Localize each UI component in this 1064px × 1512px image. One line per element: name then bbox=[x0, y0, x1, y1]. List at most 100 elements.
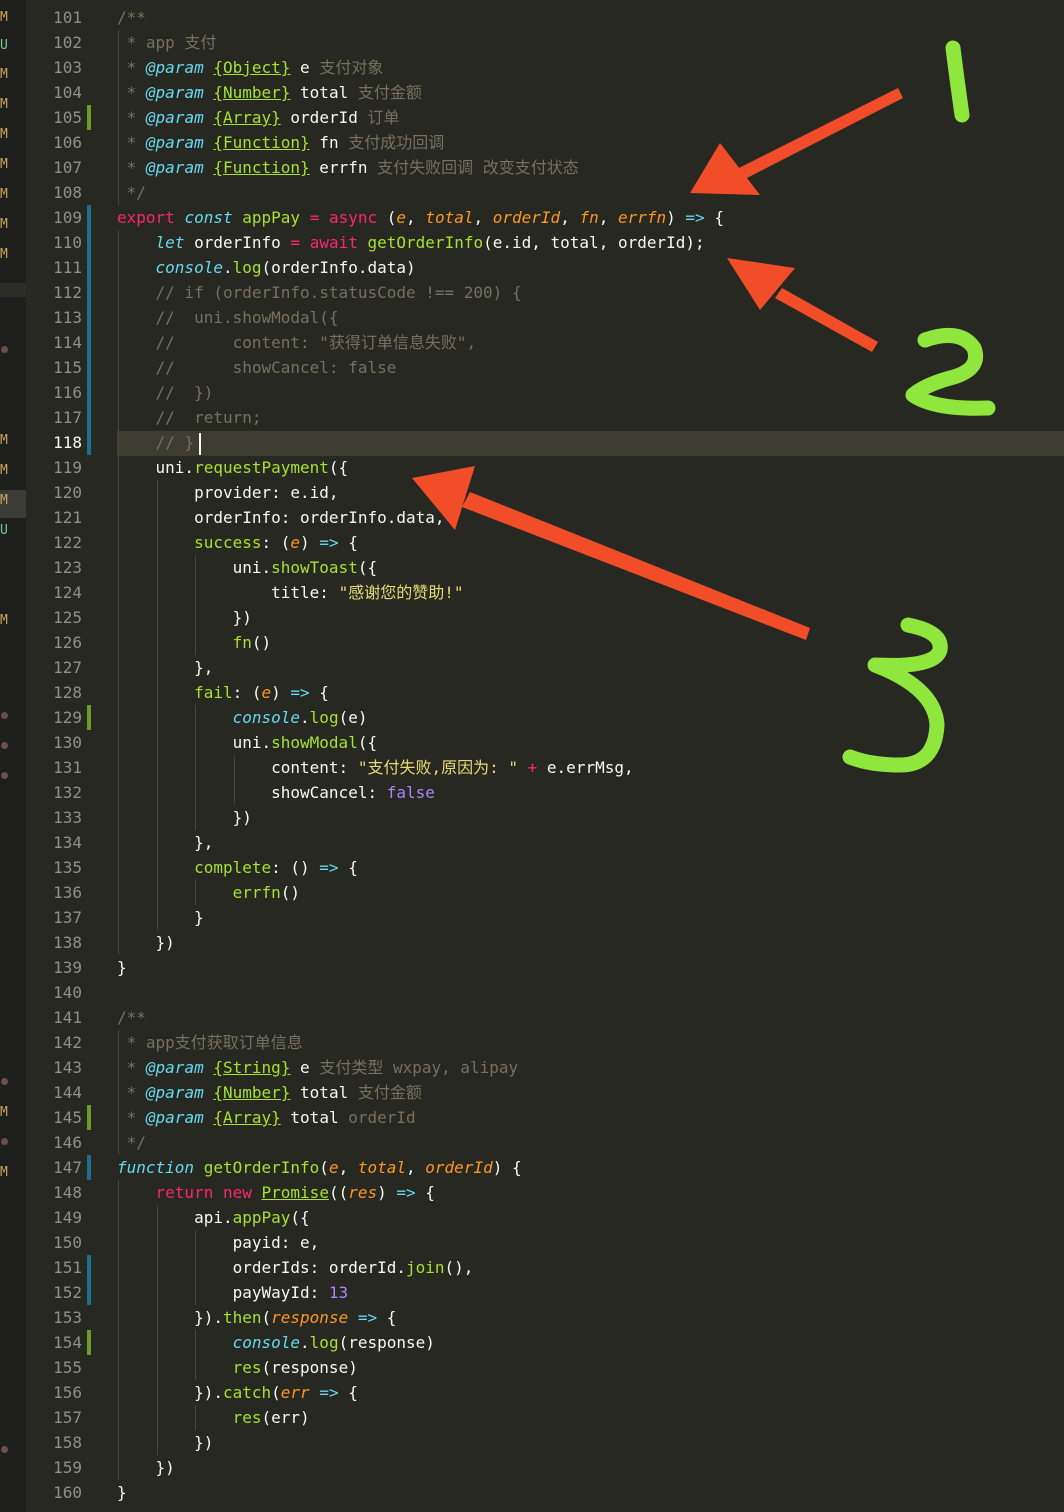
code-line[interactable]: content: "支付失败,原因为: " + e.errMsg, bbox=[117, 755, 1064, 780]
code-line[interactable]: }) bbox=[117, 930, 1064, 955]
code-line[interactable] bbox=[117, 980, 1064, 1005]
code-line[interactable]: // } bbox=[117, 430, 1064, 455]
indent-guide bbox=[195, 555, 197, 655]
code-line[interactable]: * @param {String} e 支付类型 wxpay, alipay bbox=[117, 1055, 1064, 1080]
code-token: uni. bbox=[117, 558, 272, 577]
code-token: ({ bbox=[357, 558, 378, 577]
code-token: , bbox=[406, 1158, 426, 1177]
code-line[interactable]: success: (e) => { bbox=[117, 530, 1064, 555]
code-line[interactable]: /** bbox=[117, 1005, 1064, 1030]
code-line[interactable]: }, bbox=[117, 655, 1064, 680]
code-token: provider: e.id, bbox=[117, 483, 339, 502]
code-line[interactable]: * @param {Function} fn 支付成功回调 bbox=[117, 130, 1064, 155]
code-line[interactable]: * app支付获取订单信息 bbox=[117, 1030, 1064, 1055]
code-line[interactable]: uni.requestPayment({ bbox=[117, 455, 1064, 480]
code-line[interactable]: console.log(response) bbox=[117, 1330, 1064, 1355]
code-line[interactable]: } bbox=[117, 905, 1064, 930]
code-line[interactable]: showCancel: false bbox=[117, 780, 1064, 805]
code-line[interactable]: }, bbox=[117, 830, 1064, 855]
code-line[interactable]: /** bbox=[117, 5, 1064, 30]
code-line[interactable]: */ bbox=[117, 180, 1064, 205]
code-line[interactable]: */ bbox=[117, 1130, 1064, 1155]
code-line[interactable]: orderIds: orderId.join(), bbox=[117, 1255, 1064, 1280]
code-line[interactable]: res(response) bbox=[117, 1355, 1064, 1380]
code-line[interactable]: payWayId: 13 bbox=[117, 1280, 1064, 1305]
code-token: appPay bbox=[242, 208, 301, 227]
code-line[interactable]: res(err) bbox=[117, 1405, 1064, 1430]
code-token: }, bbox=[117, 833, 214, 852]
code-token: */ bbox=[117, 1133, 146, 1152]
code-line[interactable]: title: "感谢您的赞助!" bbox=[117, 580, 1064, 605]
code-token: ( bbox=[261, 1308, 272, 1327]
code-line[interactable]: let orderInfo = await getOrderInfo(e.id,… bbox=[117, 230, 1064, 255]
code-line[interactable]: console.log(orderInfo.data) bbox=[117, 255, 1064, 280]
code-line[interactable]: }).then(response => { bbox=[117, 1305, 1064, 1330]
code-line[interactable]: export const appPay = async (e, total, o… bbox=[117, 205, 1064, 230]
code-line[interactable]: // content: "获得订单信息失败", bbox=[117, 330, 1064, 355]
code-token: fn bbox=[309, 133, 349, 152]
code-token: errfn bbox=[617, 208, 667, 227]
code-line[interactable]: * @param {Number} total 支付金额 bbox=[117, 1080, 1064, 1105]
code-line[interactable]: * @param {Array} total orderId bbox=[117, 1105, 1064, 1130]
line-number-gutter: 101 102 103 104 105 106 107 108 109 110 111 112 113 1… bbox=[26, 0, 90, 1512]
code-line[interactable]: provider: e.id, bbox=[117, 480, 1064, 505]
line-number: 155 bbox=[53, 1358, 82, 1377]
code-token: * bbox=[117, 1083, 146, 1102]
code-line[interactable]: uni.showToast({ bbox=[117, 555, 1064, 580]
code-token: {Number} bbox=[213, 1083, 291, 1102]
code-token: 支付金额 bbox=[357, 83, 422, 102]
code-line[interactable]: uni.showModal({ bbox=[117, 730, 1064, 755]
line-number: 142 bbox=[53, 1033, 82, 1052]
code-line[interactable]: * @param {Function} errfn 支付失败回调 改变支付状态 bbox=[117, 155, 1064, 180]
code-line[interactable]: fn() bbox=[117, 630, 1064, 655]
line-number: 127 bbox=[53, 658, 82, 677]
code-token: orderId bbox=[492, 208, 561, 227]
line-number: 110 bbox=[53, 233, 82, 252]
code-line[interactable]: errfn() bbox=[117, 880, 1064, 905]
code-token: orderInfo bbox=[184, 233, 291, 252]
code-line[interactable]: api.appPay({ bbox=[117, 1205, 1064, 1230]
code-editor[interactable]: /** * app 支付 * @param {Object} e 支付对象 * … bbox=[117, 0, 1064, 1512]
code-token: * bbox=[117, 58, 146, 77]
code-line[interactable]: // return; bbox=[117, 405, 1064, 430]
code-token: * bbox=[117, 158, 146, 177]
code-token: { bbox=[377, 1308, 397, 1327]
code-line[interactable]: fail: (e) => { bbox=[117, 680, 1064, 705]
code-line[interactable]: // showCancel: false bbox=[117, 355, 1064, 380]
code-line[interactable]: * @param {Object} e 支付对象 bbox=[117, 55, 1064, 80]
code-token: + bbox=[527, 758, 538, 777]
code-line[interactable]: complete: () => { bbox=[117, 855, 1064, 880]
code-line[interactable]: payid: e, bbox=[117, 1230, 1064, 1255]
line-number: 136 bbox=[53, 883, 82, 902]
code-token: e bbox=[290, 533, 301, 552]
code-line[interactable]: // if (orderInfo.statusCode !== 200) { bbox=[117, 280, 1064, 305]
code-line[interactable]: }) bbox=[117, 805, 1064, 830]
code-line[interactable]: }) bbox=[117, 1430, 1064, 1455]
code-token: }) bbox=[117, 808, 252, 827]
code-line[interactable]: * @param {Array} orderId 订单 bbox=[117, 105, 1064, 130]
code-line[interactable]: } bbox=[117, 955, 1064, 980]
code-line[interactable]: } bbox=[117, 1480, 1064, 1505]
code-line[interactable]: // uni.showModal({ bbox=[117, 305, 1064, 330]
code-token: = bbox=[290, 233, 301, 252]
code-token: res bbox=[232, 1358, 262, 1377]
code-line[interactable]: // }) bbox=[117, 380, 1064, 405]
code-line[interactable]: * @param {Number} total 支付金额 bbox=[117, 80, 1064, 105]
git-status-marker: M bbox=[0, 187, 8, 202]
git-status-dot bbox=[1, 1078, 8, 1085]
line-number: 132 bbox=[53, 783, 82, 802]
code-line[interactable]: }).catch(err => { bbox=[117, 1380, 1064, 1405]
code-line[interactable]: * app 支付 bbox=[117, 30, 1064, 55]
code-line[interactable]: console.log(e) bbox=[117, 705, 1064, 730]
code-token: log bbox=[232, 258, 262, 277]
code-line[interactable]: }) bbox=[117, 605, 1064, 630]
code-line[interactable]: return new Promise((res) => { bbox=[117, 1180, 1064, 1205]
code-line[interactable]: }) bbox=[117, 1455, 1064, 1480]
code-line[interactable]: orderInfo: orderInfo.data, bbox=[117, 505, 1064, 530]
code-token: { bbox=[338, 533, 358, 552]
code-token: ) bbox=[271, 683, 291, 702]
code-line[interactable]: function getOrderInfo(e, total, orderId)… bbox=[117, 1155, 1064, 1180]
